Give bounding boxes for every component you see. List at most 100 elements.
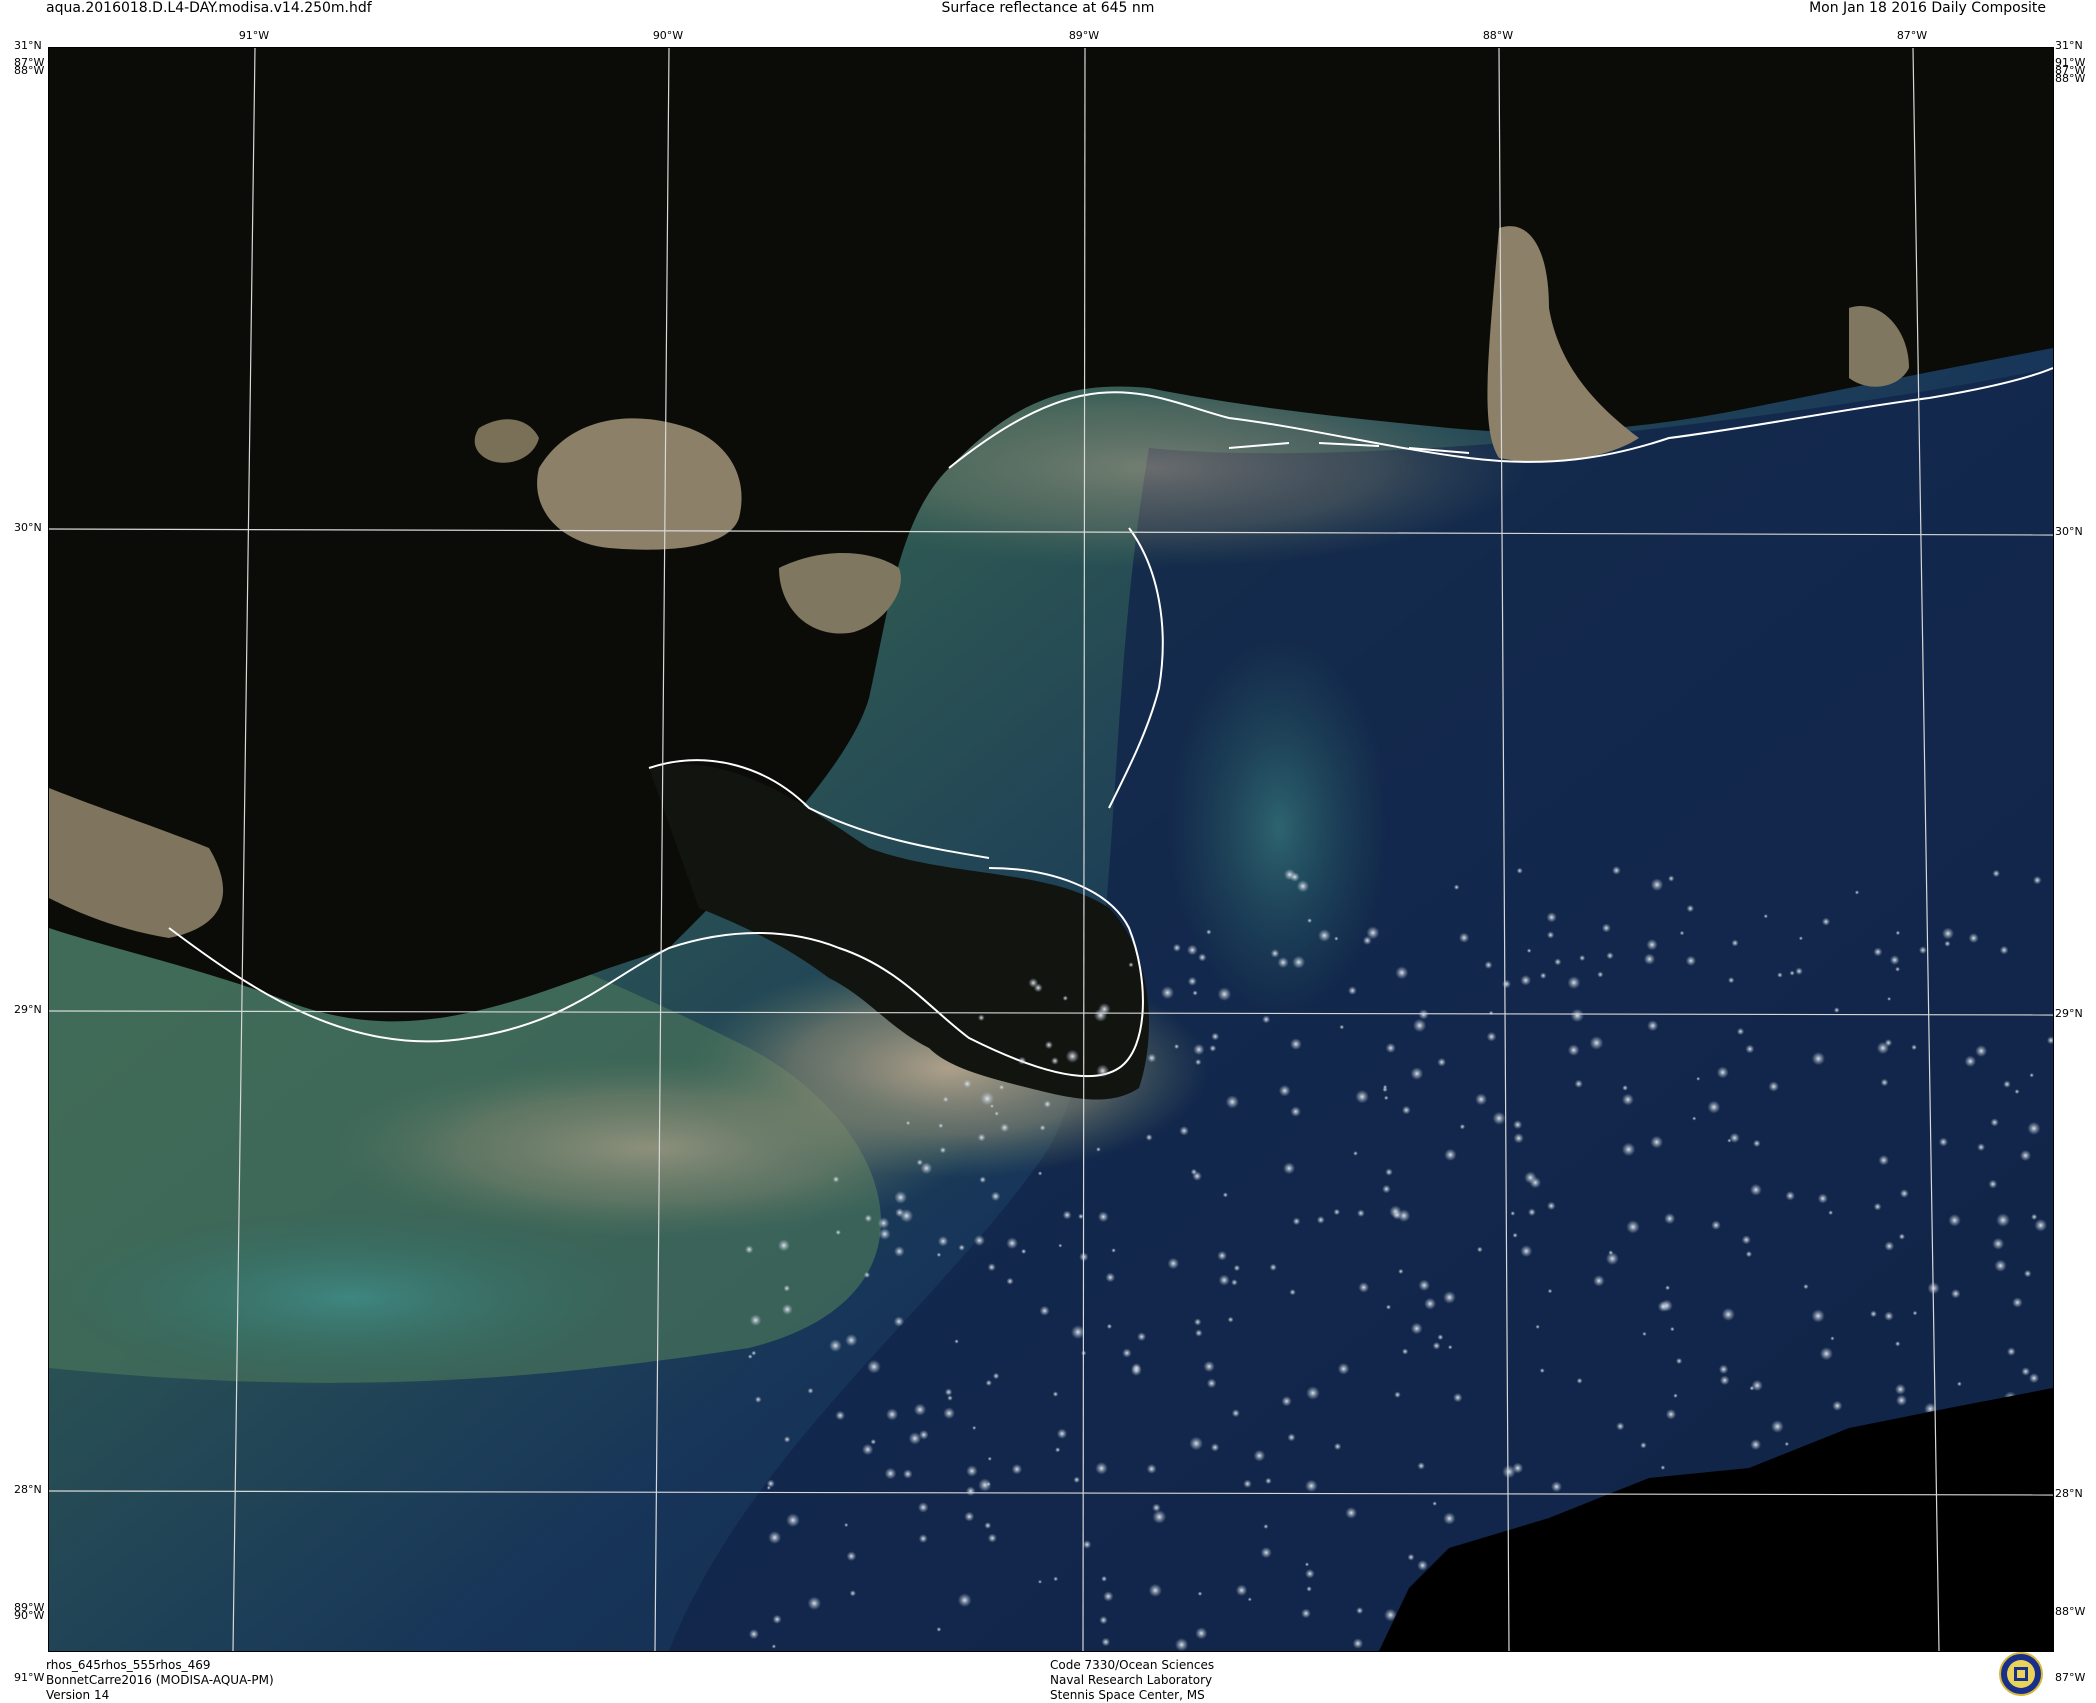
cloud-speck [1718,1364,1729,1375]
cloud-speck [1828,1210,1834,1216]
cloud-speck [1458,932,1470,943]
cloud-speck [1145,1133,1153,1141]
satellite-map[interactable] [48,47,2054,1652]
cloud-speck [1570,1008,1585,1023]
cloud-speck [1417,1560,1428,1571]
cloud-speck [1745,1044,1755,1054]
cloud-speck [864,1214,873,1223]
org-location: Stennis Space Center, MS [1050,1688,1205,1702]
cloud-speck [1418,1009,1429,1020]
cloud-speck [1039,1305,1050,1316]
cloud-speck [1167,1257,1180,1270]
cloud-speck [1269,1263,1277,1272]
cloud-speck [1803,1283,1809,1290]
cloud-speck [1021,1248,1027,1255]
cloud-speck [1065,1049,1080,1063]
cloud-speck [1646,939,1658,951]
cloud-speck [1621,1093,1634,1106]
cloud-speck [1218,1274,1230,1286]
cloud-speck [1950,1288,1961,1299]
cloud-speck [1601,923,1611,933]
cloud-speck [1301,1608,1311,1619]
cloud-speck [1567,976,1581,990]
cloud-speck [1547,1201,1556,1211]
cloud-speck [1957,1381,1962,1387]
cloud-speck [1660,1465,1666,1470]
cloud-speck [1554,958,1562,966]
cloud-speck [1784,1441,1790,1447]
cloud-speck [1395,966,1409,980]
cloud-speck [1382,1086,1388,1093]
top-right-lat-label: 31°N [2055,39,2083,52]
cloud-speck [1296,880,1310,893]
cloud-speck [1210,1443,1220,1452]
cloud-speck [1306,1586,1312,1592]
right-lat-label-30n: 30°N [2055,525,2083,538]
cloud-speck [1348,986,1357,995]
cloud-speck [1535,1324,1540,1330]
cloud-speck [1707,1100,1721,1114]
cloud-speck [1095,1462,1108,1475]
cloud-speck [1058,1243,1063,1248]
cloud-speck [1044,1040,1053,1050]
cloud-speck [1305,1479,1318,1493]
cloud-speck [1277,956,1289,969]
cloud-speck [958,1244,965,1251]
cloud-speck [1884,1039,1893,1047]
cloud-speck [2014,1089,2020,1095]
cloud-speck [1673,1393,1678,1398]
cloud-speck [1832,1400,1843,1411]
cloud-speck [1198,953,1207,962]
cloud-speck [1148,1583,1163,1598]
cloud-speck [1206,1378,1217,1389]
cloud-speck [1911,1044,1917,1051]
cloud-speck [1265,1477,1272,1485]
cloud-speck [771,1644,777,1649]
cloud-speck [1209,1044,1217,1052]
cloud-speck [781,1303,793,1315]
cloud-speck [1819,1347,1833,1361]
cloud-speck [1147,1053,1157,1063]
cloud-speck [977,1014,985,1022]
cloud-speck [1771,1420,1784,1433]
product-title: Surface reflectance at 645 nm [941,0,1155,16]
cloud-speck [987,1263,996,1272]
cloud-speck [1524,1171,1537,1184]
cloud-speck [1665,1285,1671,1291]
cloud-speck [1488,1010,1494,1016]
cloud-speck [1357,1209,1365,1218]
cloud-speck [1305,1568,1315,1579]
cloud-speck [1062,995,1068,1001]
cloud-speck [936,1252,942,1258]
cloud-speck [1975,1045,1988,1057]
footer-center: Code 7330/Ocean Sciences Naval Research … [1050,1658,1214,1703]
cloud-speck [1763,914,1769,919]
cloud-speck [845,1334,858,1347]
cloud-speck [1195,1058,1202,1066]
cloud-speck [2021,1367,2031,1376]
cloud-speck [1146,1463,1157,1474]
cloud-speck [962,1079,972,1089]
cloud-speck [1539,1368,1545,1374]
cloud-speck [1513,1133,1524,1144]
cloud-speck [835,1410,846,1421]
cloud-speck [1512,1462,1524,1474]
cloud-speck [1194,1318,1202,1326]
cloud-speck [878,1228,891,1240]
cloud-speck [748,1629,760,1640]
cloud-speck [1899,1189,1909,1198]
cloud-speck [1657,1301,1669,1312]
cloud-speck [1964,1055,1977,1068]
cloud-speck [1096,1147,1101,1152]
cloud-speck [1292,1217,1301,1226]
cloud-speck [1650,878,1664,892]
cloud-speck [1884,1241,1895,1251]
cloud-speck [1287,1433,1296,1442]
nrl-seal-icon [1999,1652,2043,1696]
top-lon-label-89w: 89°W [1068,29,1100,42]
cloud-speck [1622,1085,1628,1091]
cloud-speck [905,1120,911,1126]
cloud-speck [1817,1193,1828,1204]
cloud-speck [994,1111,999,1116]
cloud-speck [1000,1123,1010,1133]
